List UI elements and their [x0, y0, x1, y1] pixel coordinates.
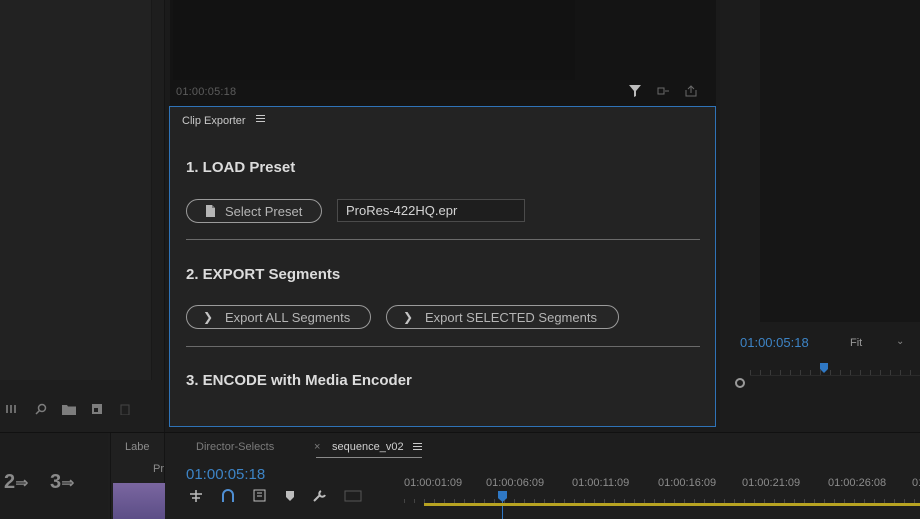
chevron-down-icon[interactable]: ⌄ — [896, 336, 904, 347]
project-toolbar — [0, 396, 152, 422]
section-divider — [186, 239, 700, 240]
workspace-3-icon[interactable]: 3⇒ — [50, 471, 75, 494]
preset-file-field[interactable]: ProRes-422HQ.epr — [337, 199, 525, 222]
program-monitor: 01:00:05:18 Fit ⌄ — [720, 0, 920, 432]
source-timecode: 01:00:05:18 — [176, 86, 237, 98]
wrench-icon[interactable] — [312, 489, 328, 503]
project-panel — [0, 0, 165, 432]
ruler-tick — [404, 499, 405, 503]
section-heading-load: 1. LOAD Preset — [186, 159, 296, 176]
export-selected-label: Export SELECTED Segments — [425, 309, 597, 325]
close-icon[interactable]: × — [314, 441, 320, 453]
ruler-tick — [910, 370, 911, 375]
ruler-tick — [790, 370, 791, 375]
marker-icon[interactable] — [284, 489, 296, 503]
ruler-label: 01:00:11:09 — [572, 477, 630, 489]
timeline-ruler[interactable] — [404, 493, 920, 503]
snap-icon[interactable] — [188, 489, 204, 503]
panel-title[interactable]: Clip Exporter — [182, 115, 246, 127]
ruler-tick — [830, 370, 831, 375]
ruler-label: 01:00:06:09 — [486, 477, 545, 489]
hamburger-menu-icon[interactable] — [413, 443, 422, 452]
ruler-label: 01:00:26:08 — [828, 477, 887, 489]
export-all-button[interactable]: ❯ Export ALL Segments — [186, 305, 371, 329]
document-icon — [206, 205, 215, 217]
ruler-label: 01:00:21:09 — [742, 477, 801, 489]
timeline-timecode[interactable]: 01:00:05:18 — [186, 466, 265, 483]
ruler-tick — [800, 370, 801, 375]
ruler-tick — [414, 499, 415, 503]
timeline-ruler-labels: 01:00:01:09 01:00:06:09 01:00:11:09 01:0… — [404, 477, 920, 491]
active-tab-underline — [316, 457, 422, 458]
ruler-tick — [860, 370, 861, 375]
export-all-label: Export ALL Segments — [225, 309, 351, 325]
ruler-tick — [890, 370, 891, 375]
insert-icon[interactable] — [656, 84, 670, 98]
link-icon[interactable] — [220, 489, 236, 503]
clip-exporter-panel: Clip Exporter 1. LOAD Preset Select Pres… — [169, 106, 716, 427]
timeline-toolbar — [188, 489, 362, 503]
work-area-bar[interactable] — [424, 503, 920, 506]
ruler-tick — [870, 370, 871, 375]
ruler-tick — [810, 370, 811, 375]
panel-menu-icon[interactable] — [256, 115, 265, 124]
marker-circle-icon[interactable] — [735, 378, 745, 388]
ruler-label: 01:00:01:09 — [404, 477, 463, 489]
folder-icon[interactable] — [62, 403, 76, 415]
program-video — [760, 0, 920, 322]
program-timecode[interactable]: 01:00:05:18 — [740, 335, 809, 350]
ruler-tick — [750, 370, 751, 375]
new-item-icon[interactable] — [90, 403, 104, 415]
ruler-tick — [780, 370, 781, 375]
ruler-tick — [820, 370, 821, 375]
select-preset-label: Select Preset — [225, 203, 303, 219]
export-selected-button[interactable]: ❯ Export SELECTED Segments — [386, 305, 619, 329]
trash-icon[interactable] — [118, 403, 132, 415]
workspace-2-icon[interactable]: 2⇒ — [4, 471, 29, 494]
ruler-tick — [770, 370, 771, 375]
section-heading-encode: 3. ENCODE with Media Encoder — [186, 372, 412, 389]
timeline-area: 2⇒ 3⇒ Labe Pr Director-Selects × sequenc… — [0, 432, 920, 519]
chevron-right-icon: ❯ — [203, 310, 214, 324]
source-video — [173, 0, 575, 80]
label-color-swatch — [113, 483, 165, 519]
search-icon[interactable] — [34, 403, 48, 415]
ruler-tick — [880, 370, 881, 375]
column-label: Labe — [125, 441, 150, 453]
ruler-tick — [760, 370, 761, 375]
project-bin-area — [0, 0, 152, 380]
chevron-right-icon: ❯ — [403, 310, 414, 324]
project-mini-panel: Labe Pr — [110, 433, 165, 519]
item-label: Pr — [153, 463, 164, 475]
ruler-tick — [850, 370, 851, 375]
tab-sequence-v02[interactable]: sequence_v02 — [332, 441, 404, 453]
tab-director-selects[interactable]: Director-Selects — [196, 441, 274, 453]
filter-icon[interactable] — [628, 84, 642, 98]
select-preset-button[interactable]: Select Preset — [186, 199, 322, 223]
list-view-icon[interactable] — [6, 403, 20, 415]
source-monitor: 01:00:05:18 — [170, 0, 716, 106]
section-heading-export: 2. EXPORT Segments — [186, 266, 341, 283]
ruler-tick — [900, 370, 901, 375]
section-divider — [186, 346, 700, 347]
zoom-select[interactable]: Fit — [850, 337, 862, 349]
ruler-label: 01:0 — [912, 477, 920, 489]
tools-panel: 2⇒ 3⇒ — [0, 433, 108, 519]
program-ruler[interactable] — [750, 362, 920, 376]
ruler-tick — [840, 370, 841, 375]
ruler-label: 01:00:16:09 — [658, 477, 717, 489]
source-controls — [628, 84, 698, 98]
marker-add-icon[interactable] — [252, 489, 268, 503]
export-frame-icon[interactable] — [684, 84, 698, 98]
captions-icon[interactable] — [344, 489, 362, 503]
